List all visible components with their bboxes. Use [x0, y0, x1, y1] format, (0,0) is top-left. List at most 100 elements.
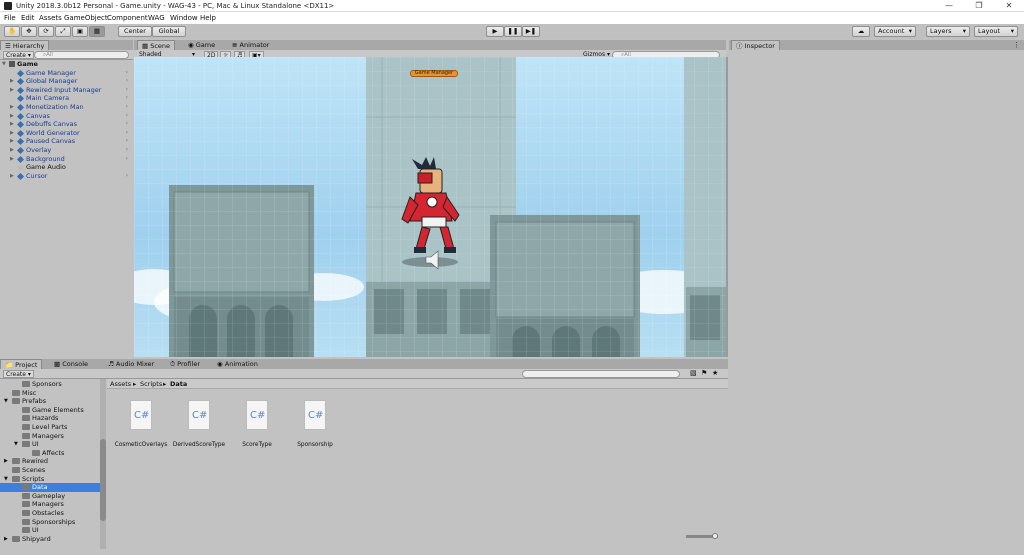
expand-arrow-icon[interactable]: ▶: [10, 155, 14, 164]
transform-tool-icon[interactable]: ▦: [89, 26, 105, 37]
layout-dropdown[interactable]: Layout ▾: [974, 26, 1018, 37]
chevron-right-icon[interactable]: ›: [126, 129, 128, 138]
hierarchy-item[interactable]: ▶ Cursor ›: [0, 172, 132, 181]
panel-menu-icon[interactable]: ⋮: [1013, 41, 1020, 49]
expand-arrow-icon[interactable]: ▼: [14, 440, 18, 449]
expand-arrow-icon[interactable]: ▶: [10, 120, 14, 129]
project-folder-item[interactable]: Sponsorships: [0, 518, 100, 527]
chevron-right-icon[interactable]: ›: [126, 103, 128, 112]
zoom-slider[interactable]: [686, 533, 718, 539]
tab-animation[interactable]: ◉ Animation: [213, 359, 262, 369]
project-folder-item[interactable]: Data: [0, 483, 100, 492]
tab-audio-mixer[interactable]: ♬ Audio Mixer: [104, 359, 158, 369]
hierarchy-item[interactable]: ▶ Global Manager ›: [0, 77, 132, 86]
rect-tool-icon[interactable]: ▣: [72, 26, 88, 37]
project-folder-item[interactable]: ▶ Rewired: [0, 457, 100, 466]
expand-arrow-icon[interactable]: ▶: [10, 103, 14, 112]
tab-game[interactable]: ◉ Game: [184, 40, 219, 50]
account-dropdown[interactable]: Account ▾: [874, 26, 916, 37]
project-folder-item[interactable]: ▶ Shipyard: [0, 535, 100, 544]
tab-hierarchy[interactable]: ☰ Hierarchy: [0, 40, 50, 50]
hierarchy-item[interactable]: ▶ World Generator ›: [0, 129, 132, 138]
project-folder-item[interactable]: ▼ Prefabs: [0, 397, 100, 406]
tab-animator[interactable]: ≣ Animator: [228, 40, 273, 50]
chevron-right-icon[interactable]: ›: [126, 69, 128, 78]
tree-scrollbar-thumb[interactable]: [100, 439, 106, 521]
project-folder-item[interactable]: Game Elements: [0, 406, 100, 415]
project-folder-item[interactable]: Misc: [0, 389, 100, 398]
chevron-right-icon[interactable]: ›: [126, 77, 128, 86]
menu-edit[interactable]: Edit: [21, 14, 35, 22]
layers-dropdown[interactable]: Layers ▾: [926, 26, 970, 37]
breadcrumb-assets[interactable]: Assets: [110, 379, 131, 389]
expand-arrow-icon[interactable]: ▶: [10, 129, 14, 138]
project-search-input[interactable]: [522, 370, 680, 378]
project-folder-item[interactable]: ▼ UI: [0, 440, 100, 449]
chevron-right-icon[interactable]: ›: [126, 120, 128, 129]
tab-project[interactable]: 📁 Project: [0, 359, 43, 369]
project-folder-item[interactable]: Gameplay: [0, 492, 100, 501]
chevron-right-icon[interactable]: ›: [126, 94, 128, 103]
hierarchy-item[interactable]: ▶ Overlay ›: [0, 146, 132, 155]
expand-arrow-icon[interactable]: ▶: [10, 172, 14, 181]
hierarchy-item[interactable]: ▶ Debuffs Canvas ›: [0, 120, 132, 129]
menu-assets[interactable]: Assets: [39, 14, 62, 22]
tab-profiler[interactable]: ⏱ Profiler: [166, 359, 204, 369]
pause-icon[interactable]: ❚❚: [504, 26, 522, 37]
game-manager-gizmo[interactable]: Game Manager: [410, 70, 458, 77]
expand-arrow-icon[interactable]: ▶: [10, 146, 14, 155]
pivot-center-button[interactable]: Center: [118, 26, 152, 37]
chevron-right-icon[interactable]: ›: [126, 137, 128, 146]
minimize-icon[interactable]: —: [934, 0, 964, 12]
hierarchy-item[interactable]: Game Audio: [0, 163, 132, 172]
hierarchy-item[interactable]: ▶ Canvas ›: [0, 112, 132, 121]
project-create-button[interactable]: Create ▾: [3, 370, 34, 378]
favorites-icon[interactable]: ★: [712, 369, 718, 377]
step-icon[interactable]: ▶❚: [522, 26, 540, 37]
project-folder-item[interactable]: ▼ Scripts: [0, 475, 100, 484]
tab-scene[interactable]: ▦ Scene: [137, 40, 176, 50]
cloud-icon[interactable]: ☁: [852, 26, 870, 37]
hierarchy-root[interactable]: ▼ Game: [0, 60, 132, 69]
hierarchy-item[interactable]: ▶ Paused Canvas ›: [0, 137, 132, 146]
asset-item[interactable]: C# Sponsorship: [280, 400, 350, 448]
expand-arrow-icon[interactable]: ▶: [4, 457, 8, 466]
project-folder-item[interactable]: Managers: [0, 432, 100, 441]
zoom-slider-thumb[interactable]: [712, 533, 718, 539]
expand-arrow-icon[interactable]: ▼: [2, 60, 6, 69]
chevron-right-icon[interactable]: ›: [126, 86, 128, 95]
breadcrumb-data[interactable]: Data: [170, 379, 187, 389]
tab-inspector[interactable]: ⓘ Inspector: [731, 40, 780, 50]
rotate-tool-icon[interactable]: ⟳: [38, 26, 54, 37]
menu-wag[interactable]: WAG: [148, 14, 165, 22]
scale-tool-icon[interactable]: ⤢: [55, 26, 71, 37]
menu-gameobject[interactable]: GameObject: [64, 14, 108, 22]
menu-file[interactable]: File: [4, 14, 16, 22]
filter-type-icon[interactable]: ▧: [690, 369, 697, 377]
expand-arrow-icon[interactable]: ▶: [10, 112, 14, 121]
filter-label-icon[interactable]: ⚑: [701, 369, 707, 377]
expand-arrow-icon[interactable]: ▶: [10, 77, 14, 86]
project-folder-item[interactable]: Managers: [0, 500, 100, 509]
maximize-icon[interactable]: ❐: [964, 0, 994, 12]
menu-component[interactable]: Component: [107, 14, 148, 22]
move-tool-icon[interactable]: ✥: [21, 26, 37, 37]
hierarchy-item[interactable]: ▶ Background ›: [0, 155, 132, 164]
hierarchy-item[interactable]: ▶ Monetization Man ›: [0, 103, 132, 112]
project-folder-item[interactable]: Sponsors: [0, 380, 100, 389]
search-input[interactable]: ⌕All: [34, 51, 129, 59]
hand-tool-icon[interactable]: ✋: [4, 26, 20, 37]
chevron-right-icon[interactable]: ›: [126, 155, 128, 164]
chevron-right-icon[interactable]: ›: [126, 146, 128, 155]
project-folder-item[interactable]: Obstacles: [0, 509, 100, 518]
chevron-right-icon[interactable]: ›: [126, 172, 128, 181]
project-folder-item[interactable]: Level Parts: [0, 423, 100, 432]
create-button[interactable]: Create ▾: [3, 51, 34, 59]
project-folder-item[interactable]: UI: [0, 526, 100, 535]
expand-arrow-icon[interactable]: ▼: [4, 397, 8, 406]
close-icon[interactable]: ✕: [994, 0, 1024, 12]
expand-arrow-icon[interactable]: ▶: [10, 86, 14, 95]
pivot-global-button[interactable]: Global: [152, 26, 186, 37]
hierarchy-item[interactable]: ▶ Rewired Input Manager ›: [0, 86, 132, 95]
menu-window[interactable]: Window: [170, 14, 198, 22]
